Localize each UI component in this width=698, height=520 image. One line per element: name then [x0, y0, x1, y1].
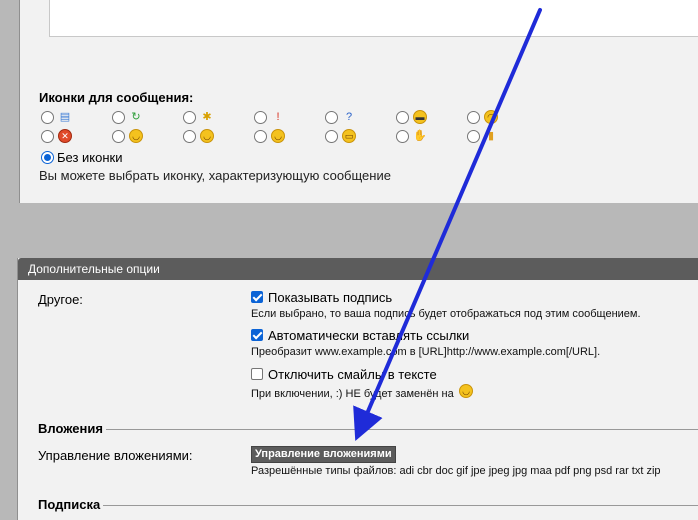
message-icon-radio[interactable]	[183, 130, 196, 143]
message-icon-option[interactable]: ◡	[183, 129, 217, 145]
allowed-file-types: Разрешённые типы файлов: adi cbr doc gif…	[251, 465, 661, 477]
message-icons-title: Иконки для сообщения:	[39, 90, 194, 105]
exclamation-icon: !	[276, 111, 280, 123]
message-icon-option[interactable]: ▭	[325, 129, 359, 145]
disable-smilies-checkbox[interactable]	[251, 368, 263, 380]
message-icon-radio[interactable]	[112, 130, 125, 143]
subscription-divider	[36, 505, 698, 506]
subscription-legend: Подписка	[35, 497, 104, 512]
message-icon-radio[interactable]	[112, 111, 125, 124]
message-icon-option[interactable]: !	[254, 110, 288, 126]
message-icon-option[interactable]: ✋	[396, 129, 430, 145]
extra-options-panel: Дополнительные опции Другое: Показывать …	[17, 258, 698, 520]
wink-smiley-icon: ◠	[484, 110, 498, 124]
no-icon-label: Без иконки	[57, 150, 123, 165]
message-icon-radio[interactable]	[41, 111, 54, 124]
message-icon-radio[interactable]	[396, 130, 409, 143]
message-icon-option[interactable]: ◡	[112, 129, 146, 145]
message-icon-option[interactable]: ▮	[467, 129, 501, 145]
cool-smiley-icon: ▬	[413, 110, 427, 124]
grin-smiley-icon: ◡	[129, 129, 143, 143]
message-icon-radio[interactable]	[254, 111, 267, 124]
big-grin-smiley-icon: ▭	[342, 129, 356, 143]
angry-smiley-icon: ✕	[58, 129, 72, 143]
no-icon-radio[interactable]	[41, 151, 54, 164]
auto-links-label[interactable]: Автоматически вставлять ссылки	[268, 328, 469, 343]
message-icon-option[interactable]: ✕	[41, 129, 75, 145]
lightbulb-icon: ✱	[202, 111, 212, 123]
question-icon: ?	[345, 111, 353, 123]
happy-smiley-icon: ◡	[271, 129, 285, 143]
attachments-legend: Вложения	[35, 421, 106, 436]
message-icon-option[interactable]: ↻	[112, 110, 146, 126]
manage-attachments-label: Управление вложениями:	[38, 448, 193, 463]
attachments-divider	[36, 429, 698, 430]
manage-attachments-button[interactable]: Управление вложениями	[251, 446, 396, 463]
message-icon-option[interactable]: ?	[325, 110, 359, 126]
message-icon-radio[interactable]	[325, 130, 338, 143]
icon-hint: Вы можете выбрать иконку, характеризующу…	[39, 168, 391, 183]
no-icon-option[interactable]	[41, 150, 55, 166]
message-icon-radio[interactable]	[396, 111, 409, 124]
show-signature-label[interactable]: Показывать подпись	[268, 290, 392, 305]
message-icon-radio[interactable]	[467, 111, 480, 124]
message-textarea[interactable]	[49, 0, 698, 37]
message-icon-option[interactable]: ✱	[183, 110, 217, 126]
auto-links-checkbox[interactable]	[251, 329, 263, 341]
message-icon-option[interactable]: ◡	[254, 129, 288, 145]
message-icon-option[interactable]: ▬	[396, 110, 430, 126]
message-icon-radio[interactable]	[254, 130, 267, 143]
thumbs-down-icon: ✋	[413, 130, 427, 142]
message-icon-radio[interactable]	[467, 130, 480, 143]
message-icon-radio[interactable]	[183, 111, 196, 124]
post-options-panel: Иконки для сообщения: Без иконки Вы може…	[19, 0, 698, 203]
disable-smilies-label[interactable]: Отключить смайлы в тексте	[268, 367, 437, 382]
smiley-icon: ◡	[459, 384, 473, 398]
section-header: Дополнительные опции	[18, 258, 698, 280]
refresh-icon: ↻	[131, 111, 141, 123]
message-icon-option[interactable]: ◠	[467, 110, 501, 126]
message-icon-radio[interactable]	[325, 111, 338, 124]
show-signature-desc: Если выбрано, то ваша подпись будет отоб…	[251, 308, 641, 320]
show-signature-checkbox[interactable]	[251, 291, 263, 303]
laugh-smiley-icon: ◡	[200, 129, 214, 143]
document-icon: ▤	[59, 111, 71, 123]
other-label: Другое:	[38, 292, 83, 307]
disable-smilies-desc: При включении, :) НЕ будет заменён на	[251, 388, 454, 400]
auto-links-desc: Преобразит www.example.com в [URL]http:/…	[251, 346, 601, 358]
message-icon-option[interactable]: ▤	[41, 110, 75, 126]
message-icon-radio[interactable]	[41, 130, 54, 143]
bar-chart-icon: ▮	[487, 130, 495, 142]
